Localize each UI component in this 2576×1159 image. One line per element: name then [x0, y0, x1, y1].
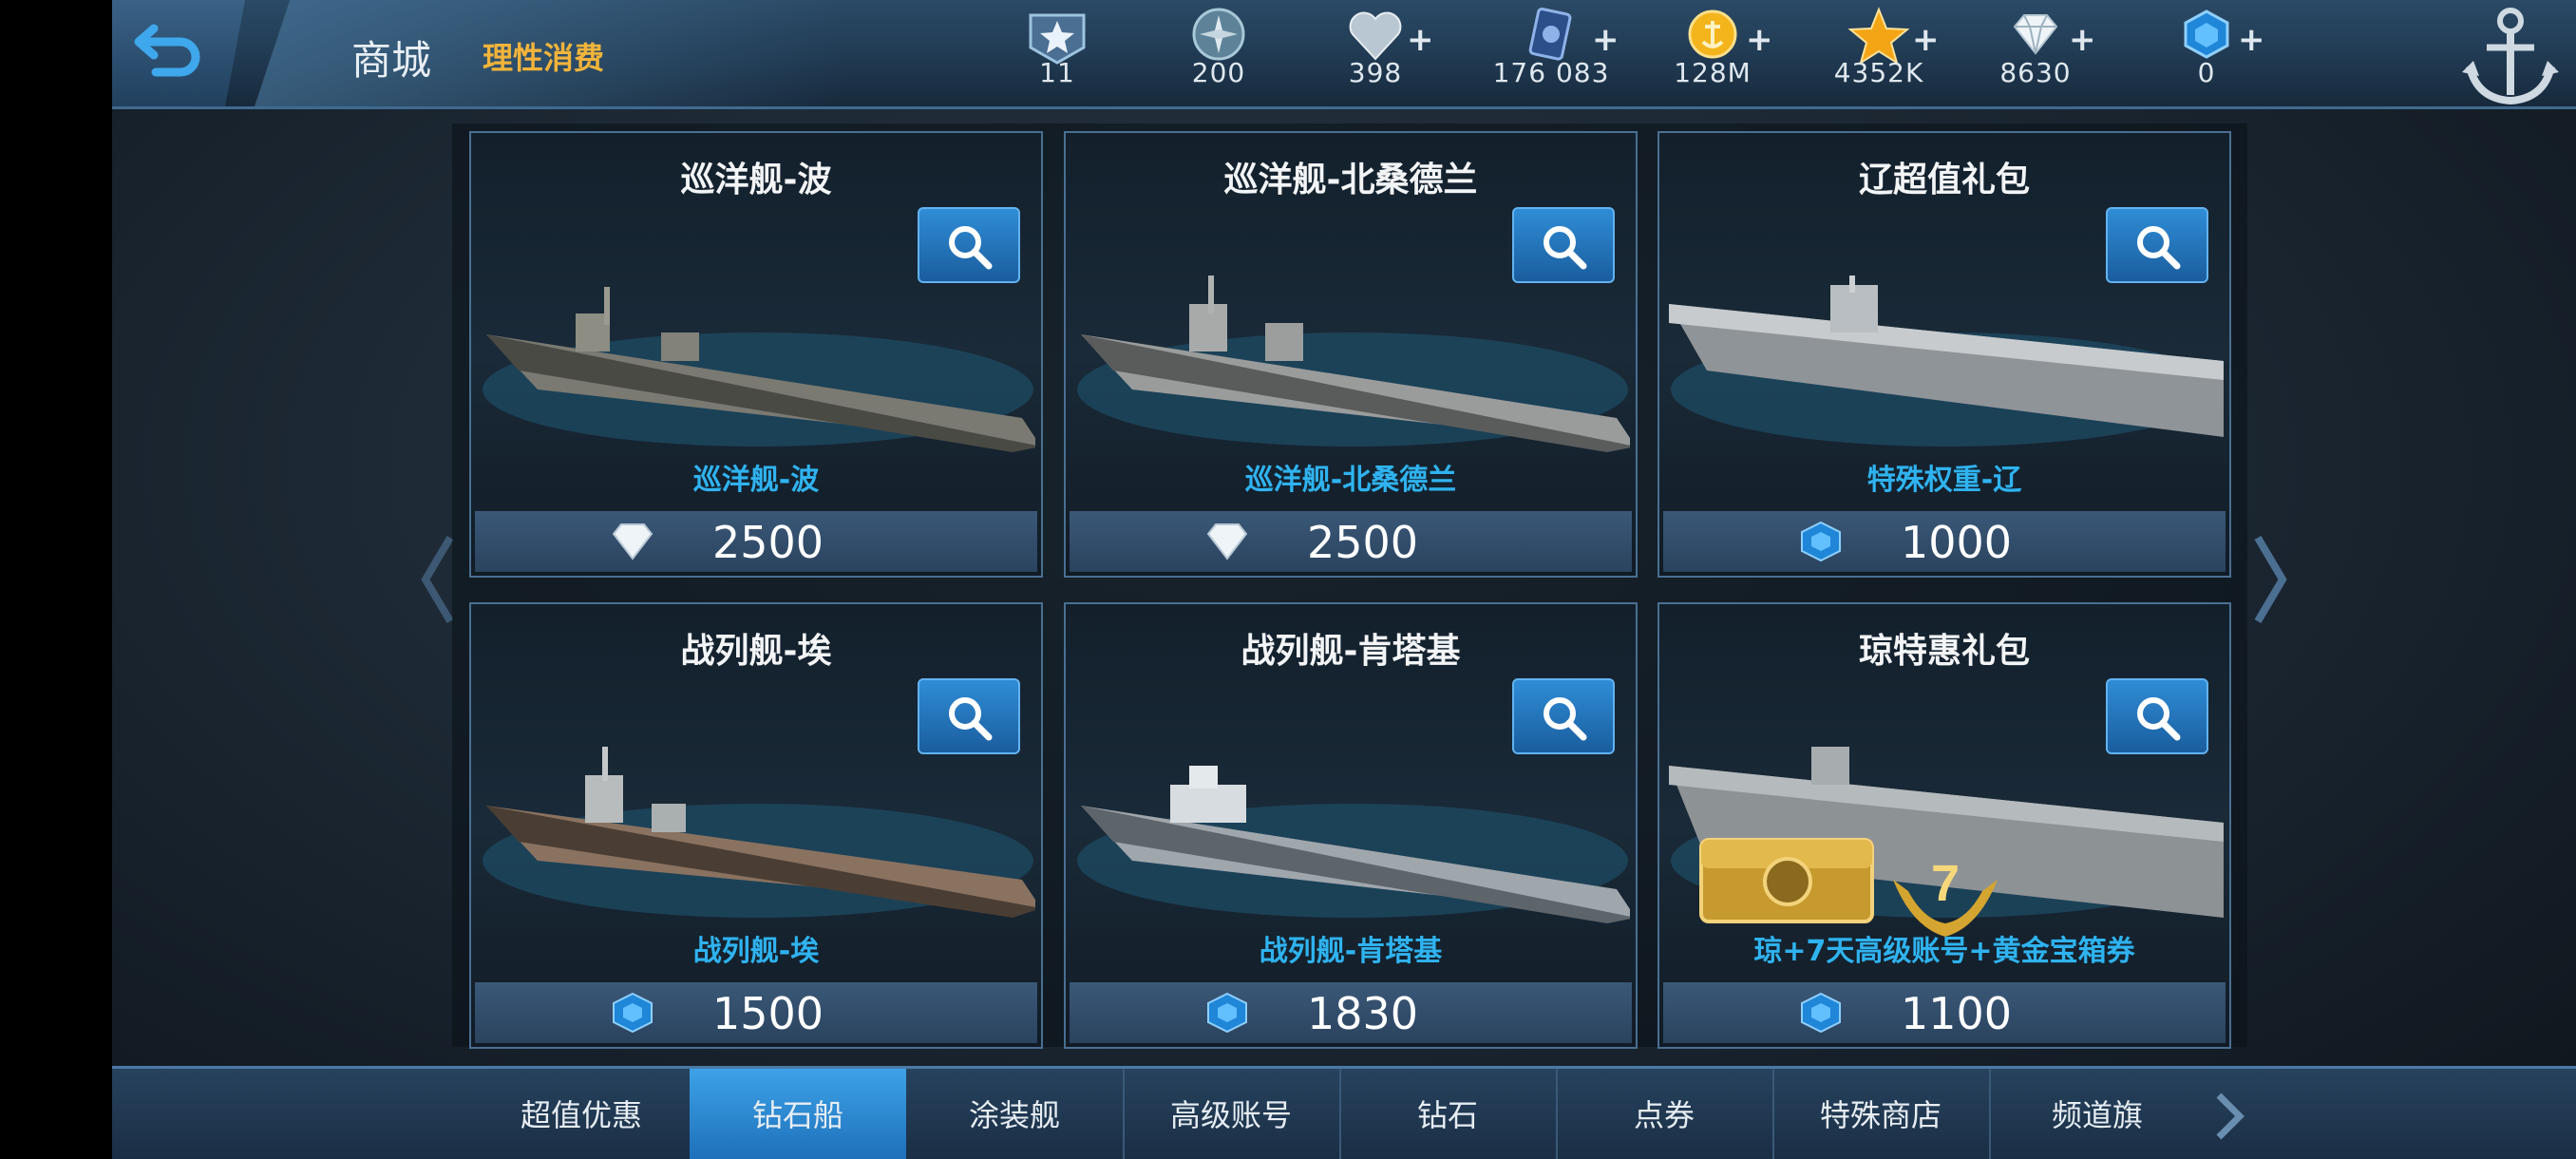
product-subtitle: 特殊权重-辽	[1866, 464, 2022, 497]
product-name: 巡洋舰-波	[680, 161, 832, 200]
ship-image	[483, 287, 1035, 452]
product-name: 巡洋舰-北桑德兰	[1223, 161, 1478, 200]
tab-skins[interactable]: 涂装舰	[906, 1069, 1125, 1159]
preview-button[interactable]	[2106, 207, 2208, 283]
product-name: 战列舰-肯塔基	[1241, 632, 1461, 671]
card-add-icon[interactable]: +	[1592, 21, 1619, 59]
diamond-icon	[612, 523, 653, 560]
resource-card[interactable]: + 176 083	[1470, 0, 1632, 106]
gem-add-icon[interactable]: +	[2238, 21, 2265, 59]
tab-vouchers[interactable]: 点券	[1556, 1069, 1774, 1159]
star-add-icon[interactable]: +	[1912, 21, 1940, 59]
diamond-value: 8630	[1999, 57, 2072, 88]
product-subtitle: 战列舰-埃	[692, 935, 820, 968]
product-subtitle: 战列舰-肯塔基	[1259, 935, 1443, 968]
price-value: 1000	[1901, 517, 2013, 568]
price-value: 2500	[1307, 517, 1419, 568]
resource-gem[interactable]: + 0	[2126, 0, 2287, 106]
tab-channel-flags[interactable]: 频道旗	[1989, 1069, 2206, 1159]
rank-value: 11	[1039, 57, 1075, 88]
back-arrow-icon[interactable]	[133, 19, 209, 86]
resource-compass[interactable]: 200	[1138, 0, 1299, 106]
ship-image	[483, 747, 1035, 918]
tab-special-shop[interactable]: 特殊商店	[1772, 1069, 1991, 1159]
product-card[interactable]: 巡洋舰-北桑德兰 巡洋舰-北桑德兰 2500	[1064, 131, 1638, 578]
product-subtitle: 巡洋舰-北桑德兰	[1244, 464, 1457, 497]
price-bar: 1000	[1663, 511, 2226, 572]
anchor-icon[interactable]	[2458, 0, 2563, 114]
product-name: 战列舰-埃	[680, 632, 832, 671]
price-value: 1100	[1901, 988, 2013, 1039]
price-bar: 1100	[1663, 982, 2226, 1043]
search-icon	[949, 697, 993, 741]
price-bar: 2500	[475, 511, 1037, 572]
product-subtitle: 巡洋舰-波	[692, 464, 820, 497]
price-value: 1500	[712, 988, 824, 1039]
page-title: 商城	[351, 37, 432, 84]
price-value: 1830	[1307, 988, 1419, 1039]
preview-button[interactable]	[2106, 678, 2208, 754]
product-name: 琼特惠礼包	[1858, 632, 2030, 671]
resource-gold[interactable]: + 128M	[1632, 0, 1793, 106]
product-card[interactable]: 战列舰-肯塔基 战列舰-肯塔基 1830	[1064, 602, 1638, 1049]
card-value: 176 083	[1492, 57, 1610, 88]
diamond-icon	[1206, 523, 1248, 560]
preview-button[interactable]	[1512, 207, 1615, 283]
blue-gem-icon	[613, 992, 653, 1034]
category-tab-bar: 超值优惠 钻石船 涂装舰 高级账号 钻石 点券 特殊商店 频道旗	[112, 1066, 2576, 1159]
resource-star[interactable]: + 4352K	[1798, 0, 1960, 106]
search-icon	[949, 226, 993, 270]
diamond-add-icon[interactable]: +	[2069, 21, 2096, 59]
heart-add-icon[interactable]: +	[1407, 21, 1434, 59]
resource-heart[interactable]: + 398	[1295, 0, 1456, 106]
tab-premium-account[interactable]: 高级账号	[1123, 1069, 1341, 1159]
next-page-arrow-icon[interactable]	[2252, 532, 2290, 627]
product-card[interactable]: 战列舰-埃 战列舰-埃 1500	[469, 602, 1043, 1049]
product-card[interactable]: 琼特惠礼包 7 琼+7天高级账号+黄金宝箱券 1100	[1657, 602, 2231, 1049]
blue-gem-icon	[1801, 521, 1841, 562]
gold-value: 128M	[1674, 57, 1752, 88]
search-icon	[1544, 697, 1587, 741]
shop-screen: 商城 理性消费 11 200 + 398 + 176 083 + 128M + …	[112, 0, 2576, 1159]
compass-value: 200	[1191, 57, 1246, 88]
gem-value: 0	[2197, 57, 2216, 88]
search-icon	[2137, 697, 2181, 741]
product-name: 辽超值礼包	[1858, 161, 2030, 200]
product-subtitle: 琼+7天高级账号+黄金宝箱券	[1753, 935, 2135, 968]
search-icon	[1544, 226, 1587, 270]
blue-gem-icon	[1207, 992, 1247, 1034]
price-bar: 1830	[1070, 982, 1632, 1043]
star-value: 4352K	[1833, 57, 1924, 88]
preview-button[interactable]	[918, 207, 1020, 283]
tab-deals[interactable]: 超值优惠	[473, 1069, 691, 1159]
search-icon	[2137, 226, 2181, 270]
ship-image	[1077, 276, 1630, 452]
heart-value: 398	[1348, 57, 1403, 88]
preview-button[interactable]	[1512, 678, 1615, 754]
resource-diamond[interactable]: + 8630	[1955, 0, 2116, 106]
preview-button[interactable]	[918, 678, 1020, 754]
resource-rank[interactable]: 11	[976, 0, 1138, 106]
product-card[interactable]: 辽超值礼包 特殊权重-辽 1000	[1657, 131, 2231, 578]
ship-image	[1669, 276, 2224, 446]
top-bar: 商城 理性消费 11 200 + 398 + 176 083 + 128M + …	[112, 0, 2576, 109]
tab-diamonds[interactable]: 钻石	[1339, 1069, 1558, 1159]
tab-next-arrow-icon[interactable]	[2211, 1090, 2249, 1143]
product-card[interactable]: 巡洋舰-波 巡洋舰-波 2500	[469, 131, 1043, 578]
prev-page-arrow-icon[interactable]	[418, 532, 456, 627]
price-bar: 1500	[475, 982, 1037, 1043]
gold-chest-icon	[1699, 838, 1874, 923]
price-bar: 2500	[1070, 511, 1632, 572]
gold-add-icon[interactable]: +	[1746, 21, 1773, 59]
price-value: 2500	[712, 517, 824, 568]
ship-image	[1077, 766, 1630, 923]
page-subtitle: 理性消费	[483, 40, 605, 76]
blue-gem-icon	[1801, 992, 1841, 1034]
tab-diamond-ships[interactable]: 钻石船	[690, 1069, 906, 1159]
badge-number: 7	[1931, 855, 1960, 912]
